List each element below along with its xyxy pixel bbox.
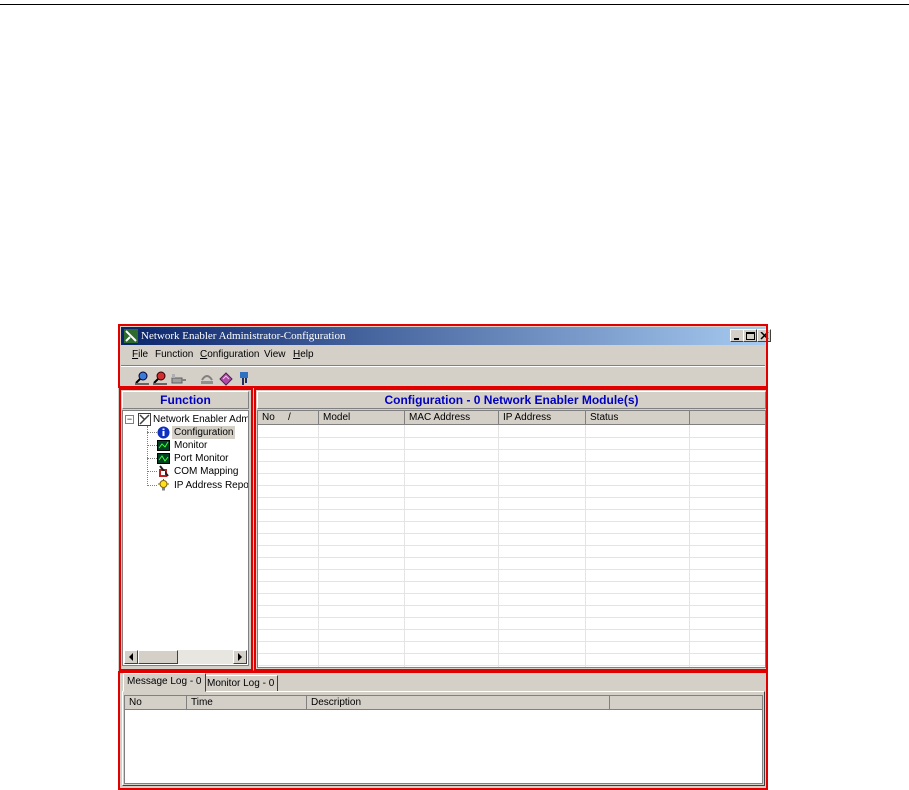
menu-bar: File Function Configuration View Help: [121, 346, 765, 364]
scroll-thumb[interactable]: [138, 650, 178, 664]
tree-item-label: COM Mapping: [174, 466, 239, 477]
column-header-log-filler: [610, 696, 762, 710]
page-top-rule: [0, 4, 909, 5]
function-panel-header: Function: [122, 391, 249, 409]
tab-monitor-log[interactable]: Monitor Log - 0: [203, 675, 279, 692]
com-mapping-icon: [159, 465, 169, 477]
column-header-status[interactable]: Status: [586, 411, 690, 425]
log-grid: No Time Description: [124, 695, 763, 784]
tree-horizontal-scrollbar[interactable]: [124, 650, 247, 664]
column-header-log-no[interactable]: No: [125, 696, 187, 710]
column-header-ip-address[interactable]: IP Address: [499, 411, 586, 425]
column-header-time[interactable]: Time: [187, 696, 307, 710]
menu-file[interactable]: File: [132, 349, 148, 360]
column-header-filler: [690, 411, 765, 425]
maximize-button[interactable]: [743, 329, 757, 342]
collapse-toggle[interactable]: −: [125, 415, 134, 424]
tree-item-label: IP Address Report: [174, 480, 249, 491]
configuration-panel-header: Configuration - 0 Network Enabler Module…: [257, 391, 766, 409]
com-port-icon[interactable]: [236, 370, 252, 386]
unlock-icon[interactable]: [171, 370, 187, 386]
menu-help[interactable]: Help: [293, 349, 314, 360]
lightbulb-icon: [158, 479, 169, 491]
tree-root[interactable]: − Network Enabler Admi: [123, 413, 248, 426]
function-tree: − Network Enabler Admi Configuration Mon…: [122, 410, 249, 666]
grid-column-line: [498, 425, 499, 667]
column-header-description[interactable]: Description: [307, 696, 610, 710]
toolbar-separator: [121, 386, 765, 388]
column-header-no[interactable]: No /: [258, 411, 319, 425]
tree-item-com-mapping[interactable]: COM Mapping: [123, 465, 248, 478]
tab-message-log[interactable]: Message Log - 0: [123, 673, 206, 692]
app-window: Network Enabler Administrator-Configurat…: [118, 324, 771, 790]
grid-column-line: [404, 425, 405, 667]
window-title: Network Enabler Administrator-Configurat…: [141, 330, 346, 342]
search-device-icon[interactable]: [134, 370, 150, 386]
sort-indicator: /: [288, 412, 291, 423]
tree-item-label: Monitor: [174, 440, 208, 451]
broadcast-icon[interactable]: [199, 370, 215, 386]
port-monitor-chart-icon: [157, 453, 170, 464]
grid-column-line: [318, 425, 319, 667]
app-icon: [124, 329, 138, 343]
title-bar[interactable]: Network Enabler Administrator-Configurat…: [121, 327, 771, 345]
tree-item-label: Configuration: [172, 426, 236, 439]
tree-root-label: Network Enabler Admi: [153, 414, 249, 425]
eraser-icon[interactable]: [218, 370, 234, 386]
grid-column-line: [585, 425, 586, 667]
toolbar: [121, 368, 765, 388]
close-button[interactable]: [757, 329, 771, 342]
menu-view[interactable]: View: [264, 349, 286, 360]
scroll-left-button[interactable]: [124, 650, 138, 664]
menu-separator: [121, 365, 765, 367]
close-icon: [760, 332, 769, 340]
tree-item-label: Port Monitor: [174, 453, 229, 464]
monitor-chart-icon: [157, 440, 170, 451]
menu-configuration[interactable]: Configuration: [200, 349, 260, 360]
tree-item-monitor[interactable]: Monitor: [123, 439, 248, 452]
network-enabler-icon: [138, 413, 151, 426]
minimize-icon: [734, 338, 739, 340]
grid-column-line: [689, 425, 690, 667]
search-ip-icon[interactable]: [152, 370, 168, 386]
tree-item-ip-address-report[interactable]: IP Address Report: [123, 479, 248, 492]
info-icon: [157, 426, 170, 439]
menu-function[interactable]: Function: [155, 349, 193, 360]
tree-item-port-monitor[interactable]: Port Monitor: [123, 452, 248, 465]
maximize-icon: [746, 332, 755, 340]
column-header-mac-address[interactable]: MAC Address: [405, 411, 499, 425]
minimize-button[interactable]: [730, 329, 744, 342]
column-header-model[interactable]: Model: [319, 411, 405, 425]
arrow-right-icon: [238, 653, 242, 661]
scroll-right-button[interactable]: [233, 650, 247, 664]
log-separator: [121, 670, 765, 672]
tree-item-configuration[interactable]: Configuration: [123, 426, 248, 439]
configuration-grid: No / Model MAC Address IP Address Status: [257, 410, 766, 668]
arrow-left-icon: [129, 653, 133, 661]
